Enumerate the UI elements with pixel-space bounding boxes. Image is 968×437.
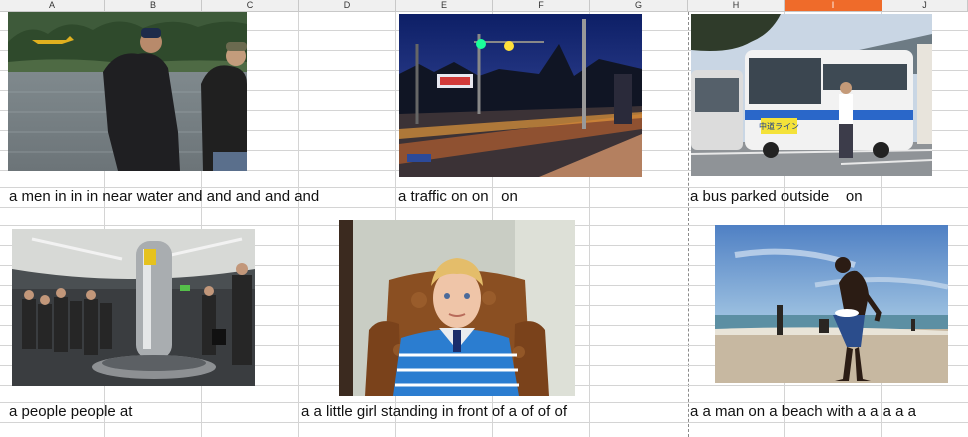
caption-traffic[interactable]: a traffic on on on: [398, 188, 518, 206]
image-little-boy-chair[interactable]: [339, 220, 575, 396]
caption-boy[interactable]: a a little girl standing in front of a o…: [301, 403, 567, 421]
image-lake-men[interactable]: [8, 12, 247, 171]
image-traffic-night[interactable]: [399, 14, 642, 177]
image-airport-baggage[interactable]: [12, 229, 255, 386]
column-header-f[interactable]: F: [493, 0, 590, 11]
column-header-d[interactable]: D: [299, 0, 396, 11]
column-header-bar: A B C D E F G H I J: [0, 0, 968, 12]
caption-bus[interactable]: a bus parked outside on: [690, 188, 863, 206]
column-header-a[interactable]: A: [0, 0, 105, 11]
column-header-c[interactable]: C: [202, 0, 299, 11]
column-header-i[interactable]: I: [785, 0, 882, 11]
caption-beach[interactable]: a a man on a beach with a a a a a: [690, 403, 916, 421]
image-bus-parked[interactable]: 中道ライン: [691, 14, 932, 176]
column-header-j[interactable]: J: [882, 0, 968, 11]
caption-lake[interactable]: a men in in in near water and and and an…: [9, 188, 319, 206]
bus-sign-text: 中道ライン: [759, 121, 799, 131]
column-header-b[interactable]: B: [105, 0, 202, 11]
caption-airport[interactable]: a people people at: [9, 403, 132, 421]
column-header-e[interactable]: E: [396, 0, 493, 11]
column-header-g[interactable]: G: [590, 0, 688, 11]
column-header-h[interactable]: H: [688, 0, 785, 11]
image-man-beach[interactable]: [715, 225, 948, 383]
